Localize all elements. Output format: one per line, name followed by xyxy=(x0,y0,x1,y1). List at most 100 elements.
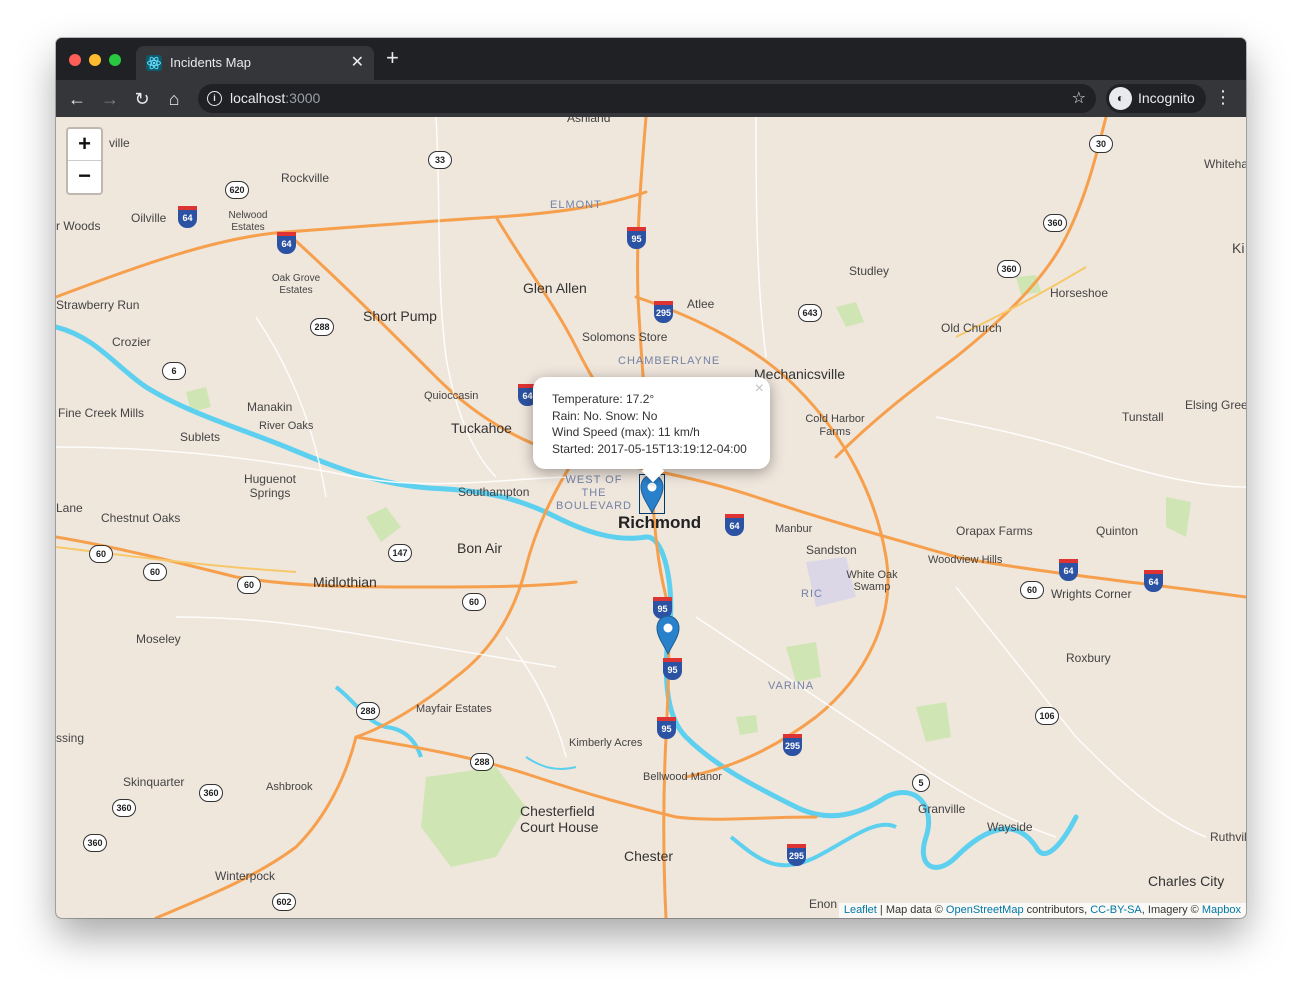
place-label: Skinquarter xyxy=(123,775,185,789)
route-shield: 643 xyxy=(798,304,822,322)
tab-title: Incidents Map xyxy=(170,55,251,70)
route-shield: 620 xyxy=(225,181,249,199)
place-label: Rockville xyxy=(281,171,330,185)
browser-window: Incidents Map ✕ + ← → ↻ ⌂ i localhost:30… xyxy=(56,38,1246,918)
place-label: Kimberly Acres xyxy=(569,737,643,749)
route-shield: 60 xyxy=(143,563,167,581)
site-info-icon[interactable]: i xyxy=(207,91,222,106)
window-maximize-button[interactable] xyxy=(109,54,121,66)
react-favicon-icon xyxy=(146,55,162,71)
interstate-shield: 64 xyxy=(178,206,197,228)
place-label: Ki xyxy=(1232,240,1245,256)
place-label: ssing xyxy=(56,731,85,745)
place-label: Nelwood Estates xyxy=(228,210,268,233)
route-shield: 360 xyxy=(112,799,136,817)
place-label: Wayside xyxy=(987,820,1033,834)
address-bar[interactable]: i localhost:3000 ☆ xyxy=(198,84,1096,113)
place-label: Oak Grove Estates xyxy=(271,273,321,296)
place-label: Granville xyxy=(918,802,966,816)
place-label: Woodview Hills xyxy=(928,554,1003,566)
osm-link[interactable]: OpenStreetMap xyxy=(946,904,1024,916)
place-label: Court House xyxy=(520,819,599,835)
incognito-label: Incognito xyxy=(1138,90,1195,106)
place-label: Mayfair Estates xyxy=(416,703,492,715)
place-label: Orapax Farms xyxy=(956,524,1033,538)
zoom-in-button[interactable]: + xyxy=(68,129,101,161)
mapbox-link[interactable]: Mapbox xyxy=(1202,904,1241,916)
place-label: Chestnut Oaks xyxy=(101,511,181,525)
window-minimize-button[interactable] xyxy=(89,54,101,66)
back-button[interactable]: ← xyxy=(65,87,89,111)
route-shield: 288 xyxy=(356,702,380,720)
new-tab-button[interactable]: + xyxy=(386,47,399,69)
popup-started: Started: 2017-05-15T13:19:12-04:00 xyxy=(552,441,747,456)
route-shield: 5 xyxy=(912,774,930,792)
place-label: Huguenot Springs xyxy=(243,472,297,500)
place-label: r Woods xyxy=(56,219,101,233)
popup-precipitation: Rain: No. Snow: No xyxy=(552,408,658,423)
route-shield: 360 xyxy=(83,834,107,852)
route-shield: 288 xyxy=(310,318,334,336)
place-label: ELMONT xyxy=(550,199,602,211)
interstate-shield: 64 xyxy=(1144,570,1163,592)
place-label: Bellwood Manor xyxy=(643,771,722,783)
route-shield: 60 xyxy=(1020,581,1044,599)
tab-close-icon[interactable]: ✕ xyxy=(351,52,364,72)
bookmark-star-icon[interactable]: ☆ xyxy=(1072,88,1086,108)
browser-toolbar: ← → ↻ ⌂ i localhost:3000 ☆ ◐ Incognito ⋮ xyxy=(56,80,1246,117)
popup-wind-speed: Wind Speed (max): 11 km/h xyxy=(552,425,700,439)
popup-close-icon[interactable]: × xyxy=(755,380,764,398)
interstate-shield: 95 xyxy=(663,658,682,680)
place-label: ville xyxy=(109,136,130,150)
leaflet-link[interactable]: Leaflet xyxy=(844,904,877,916)
reload-button[interactable]: ↻ xyxy=(130,87,154,111)
route-shield: 360 xyxy=(997,260,1021,278)
place-label: Horseshoe xyxy=(1050,286,1109,300)
place-label: Southampton xyxy=(458,485,530,499)
place-label: Charles City xyxy=(1148,873,1225,889)
map-marker[interactable] xyxy=(655,615,681,655)
place-label: River Oaks xyxy=(259,420,314,432)
map-container[interactable]: Ashland ville Rockville Oilville r Woods… xyxy=(56,117,1246,918)
incognito-icon: ◐ xyxy=(1109,87,1132,110)
place-label: Ashbrook xyxy=(266,781,313,793)
forward-button[interactable]: → xyxy=(98,87,122,111)
place-label: Enon xyxy=(809,897,838,911)
place-label: Glen Allen xyxy=(523,280,587,296)
window-close-button[interactable] xyxy=(69,54,81,66)
license-link[interactable]: CC-BY-SA xyxy=(1090,904,1142,916)
place-label: CHAMBERLAYNE xyxy=(618,355,721,367)
place-label-richmond: Richmond xyxy=(618,513,702,532)
home-button[interactable]: ⌂ xyxy=(162,87,186,111)
tab-incidents-map[interactable]: Incidents Map ✕ xyxy=(136,46,374,80)
zoom-control: + − xyxy=(66,127,103,195)
route-shield: 602 xyxy=(272,893,296,911)
url-text: localhost:3000 xyxy=(230,90,321,106)
place-label: Oilville xyxy=(131,211,167,225)
place-label: WEST OF THE BOULEVARD xyxy=(555,474,633,512)
route-shield: 60 xyxy=(462,593,486,611)
tab-strip: Incidents Map ✕ + xyxy=(56,38,1246,80)
place-label: Old Church xyxy=(941,321,1002,335)
route-shield: 288 xyxy=(470,753,494,771)
popup-temperature: Temperature: 17.2° xyxy=(552,392,655,406)
interstate-shield: 95 xyxy=(657,717,676,739)
place-label: Quinton xyxy=(1096,524,1139,538)
browser-menu-icon[interactable]: ⋮ xyxy=(1214,87,1232,108)
place-label: VARINA xyxy=(768,680,815,692)
incognito-profile-button[interactable]: ◐ Incognito xyxy=(1106,84,1206,113)
place-label: Studley xyxy=(849,264,890,278)
zoom-out-button[interactable]: − xyxy=(68,161,101,192)
route-shield: 60 xyxy=(89,545,113,563)
place-label: Crozier xyxy=(112,335,151,349)
route-shield: 6 xyxy=(162,362,186,380)
place-label: Chester xyxy=(624,848,674,864)
route-shield: 33 xyxy=(428,151,452,169)
place-label: Manakin xyxy=(247,400,293,414)
attribution-text: contributors, xyxy=(1023,904,1091,916)
popup-content: Temperature: 17.2° Rain: No. Snow: No Wi… xyxy=(552,391,747,457)
place-label: Wrights Corner xyxy=(1051,587,1132,601)
place-label: Short Pump xyxy=(363,308,437,324)
place-label: Lane xyxy=(56,501,83,515)
place-label: Fine Creek Mills xyxy=(58,406,145,420)
